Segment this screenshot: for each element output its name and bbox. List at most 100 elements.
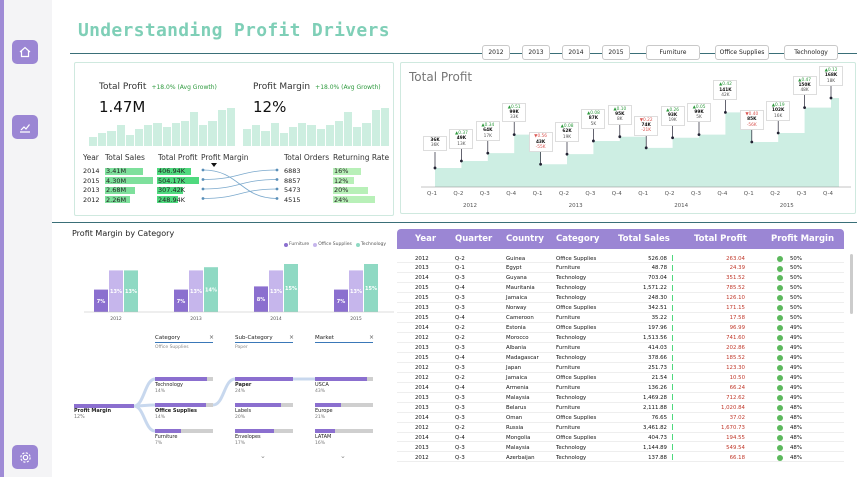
- table-row[interactable]: 2014 Q-4 Armenia Furniture 136.26 66.24 49%: [397, 383, 844, 393]
- decomp-close-icon[interactable]: ×: [369, 334, 374, 341]
- quarter-cell: Q-3: [455, 295, 465, 302]
- table-row[interactable]: 2012 Q-3 Japan Furniture 251.73 123.30 49%: [397, 363, 844, 373]
- table-row[interactable]: 2013 Q-3 Malaysia Technology 1,469.28 712.62 4…: [397, 393, 844, 403]
- delta-label: 42K: [721, 92, 730, 98]
- category-slicer-technology[interactable]: Technology: [784, 45, 838, 60]
- dt-header-country[interactable]: Country: [506, 234, 544, 244]
- detail-table-scrollbar[interactable]: [850, 254, 853, 314]
- category-cell: Technology: [556, 275, 587, 282]
- decomp-close-icon[interactable]: ×: [209, 334, 214, 341]
- delta-label: -56K: [746, 122, 757, 128]
- table-row[interactable]: 2012 Q-2 Guinea Office Supplies 526.08 263.04…: [397, 254, 844, 264]
- expand-chevron-icon[interactable]: ⌄: [340, 452, 346, 460]
- settings-button[interactable]: [12, 445, 38, 469]
- decomp-bar-fill[interactable]: [315, 429, 336, 433]
- category-slicer-office[interactable]: Office Supplies: [715, 45, 769, 60]
- category-slicer-furniture[interactable]: Furniture: [646, 45, 700, 60]
- quarter-tick: Q-2: [559, 191, 569, 197]
- analytics-button[interactable]: [12, 115, 38, 139]
- decomp-bar-fill[interactable]: [155, 429, 182, 433]
- decomp-header-line: [235, 342, 293, 343]
- table-row[interactable]: 2012 Q-3 Azerbaijan Technology 137.88 66.18 48…: [397, 453, 844, 463]
- table-row[interactable]: 2012 Q-2 Jamaica Office Supplies 21.54 10.50 4…: [397, 373, 844, 383]
- profit-annotation: ▲0.08 87K 5K: [581, 108, 606, 129]
- decomp-item-label[interactable]: Technology: [155, 382, 183, 388]
- decomp-level-filter: Office Supplies: [155, 345, 189, 350]
- slope-point: [275, 178, 279, 181]
- table-row[interactable]: 2012 Q-2 Russia Furniture 3,461.82 1,670.73 48…: [397, 423, 844, 433]
- decomp-item-label[interactable]: Paper: [235, 382, 251, 388]
- year-cell: 2012: [415, 364, 429, 371]
- slope-line: [202, 169, 278, 180]
- quarter-cell: Q-1: [455, 265, 465, 272]
- table-row[interactable]: 2013 Q-3 Belarus Furniture 2,111.88 1,020.84 4…: [397, 403, 844, 413]
- year-cell: 2012: [415, 424, 429, 431]
- dt-header-sales[interactable]: Total Sales: [618, 234, 670, 244]
- dashboard-page: Understanding Profit Drivers 2012 2013 2…: [52, 0, 857, 477]
- table-row[interactable]: 2014 Q-4 Mongolia Office Supplies 404.73 194.…: [397, 433, 844, 443]
- year-slicer-2014[interactable]: 2014: [562, 45, 590, 60]
- dt-header-margin[interactable]: Profit Margin: [771, 234, 834, 244]
- quarter-tick: Q-3: [796, 191, 807, 197]
- table-row[interactable]: 2013 Q-1 Egypt Furniture 48.78 24.39 50%: [397, 264, 844, 274]
- profit-annotation: 36K 36K: [423, 135, 447, 151]
- year-slicer-2013[interactable]: 2013: [522, 45, 550, 60]
- dt-header-quarter[interactable]: Quarter: [455, 234, 492, 244]
- table-row[interactable]: 2015 Q-4 Madagascar Technology 378.66 185.52 4…: [397, 354, 844, 363]
- decomp-bar-fill[interactable]: [155, 403, 207, 407]
- slope-point: [201, 197, 205, 200]
- decomp-bar-fill[interactable]: [315, 403, 342, 407]
- table-row[interactable]: 2015 Q-4 Mauritania Technology 1,571.22 785.5…: [397, 284, 844, 294]
- decomp-item-label[interactable]: USCA: [315, 382, 329, 388]
- dt-header-year[interactable]: Year: [415, 234, 436, 244]
- margin-status-dot: [777, 275, 783, 282]
- category-cell: Furniture: [556, 265, 581, 272]
- quarter-cell: Q-3: [455, 345, 465, 352]
- decomp-item-label[interactable]: Office Supplies: [155, 408, 197, 414]
- decomp-bar-fill[interactable]: [235, 403, 282, 407]
- decomp-bar-fill[interactable]: [315, 377, 368, 381]
- total-profit-chart-card: Total Profit 36K 36K Q-1 ▲0.37 49K 13K Q-2 ▲0.3…: [400, 62, 856, 214]
- decomp-item-label[interactable]: Envelopes: [235, 434, 261, 440]
- home-button[interactable]: [12, 40, 38, 64]
- category-cell: Furniture: [556, 364, 581, 371]
- year-slicer-2012[interactable]: 2012: [482, 45, 510, 60]
- dt-header-category[interactable]: Category: [556, 234, 599, 244]
- quarter-tick: Q-4: [611, 191, 622, 197]
- decomp-bar-fill[interactable]: [155, 377, 208, 381]
- legend-item: Furniture: [284, 242, 309, 247]
- decomp-close-icon[interactable]: ×: [289, 334, 294, 341]
- decomp-level-header: Market: [315, 335, 334, 341]
- table-row[interactable]: 2014 Q-3 Guyana Technology 703.04 351.52 50%: [397, 274, 844, 284]
- decomp-item-label[interactable]: Furniture: [155, 434, 177, 440]
- profit-cell: 263.04: [726, 255, 745, 262]
- decomp-bar-fill[interactable]: [235, 377, 293, 381]
- data-point: [565, 152, 569, 156]
- legend-swatch: [355, 242, 360, 247]
- decomp-item-label[interactable]: Labels: [235, 408, 251, 414]
- table-row[interactable]: 2013 Q-3 Norway Office Supplies 342.51 171.15…: [397, 304, 844, 314]
- year-cell: 2014: [415, 325, 429, 332]
- decomp-item-label[interactable]: Europe: [315, 408, 333, 414]
- table-row[interactable]: 2012 Q-2 Morocco Technology 1,513.56 741.60 49…: [397, 334, 844, 343]
- table-row[interactable]: 2014 Q-2 Estonia Office Supplies 197.96 96.99…: [397, 324, 844, 334]
- table-row[interactable]: 2015 Q-4 Cameroon Furniture 35.22 17.58 50%: [397, 314, 844, 324]
- data-point: [750, 140, 754, 144]
- year-cell: 2013: [83, 186, 100, 194]
- year-slicer-2015[interactable]: 2015: [602, 45, 630, 60]
- decomp-bar-fill[interactable]: [235, 429, 275, 433]
- table-row[interactable]: 2013 Q-3 Albania Furniture 414.03 202.86 49%: [397, 344, 844, 353]
- table-row[interactable]: 2015 Q-3 Jamaica Technology 248.30 126.10 50%: [397, 294, 844, 304]
- country-cell: Azerbaijan: [506, 454, 535, 461]
- table-row[interactable]: 2014 Q-3 Oman Office Supplies 76.65 37.02 48%: [397, 413, 844, 423]
- country-cell: Jamaica: [506, 374, 528, 381]
- table-row[interactable]: 2013 Q-3 Malaysia Technology 1,144.89 549.54 4…: [397, 443, 844, 453]
- expand-chevron-icon[interactable]: ⌄: [260, 452, 266, 460]
- decomp-item-label[interactable]: LATAM: [315, 434, 331, 440]
- margin-status-dot: [777, 255, 783, 262]
- col-sales-header: Total Sales: [105, 153, 145, 162]
- sales-databar: [672, 454, 673, 460]
- year-cell: 2013: [415, 305, 429, 312]
- dt-header-profit[interactable]: Total Profit: [694, 234, 747, 244]
- quarter-cell: Q-3: [455, 275, 465, 282]
